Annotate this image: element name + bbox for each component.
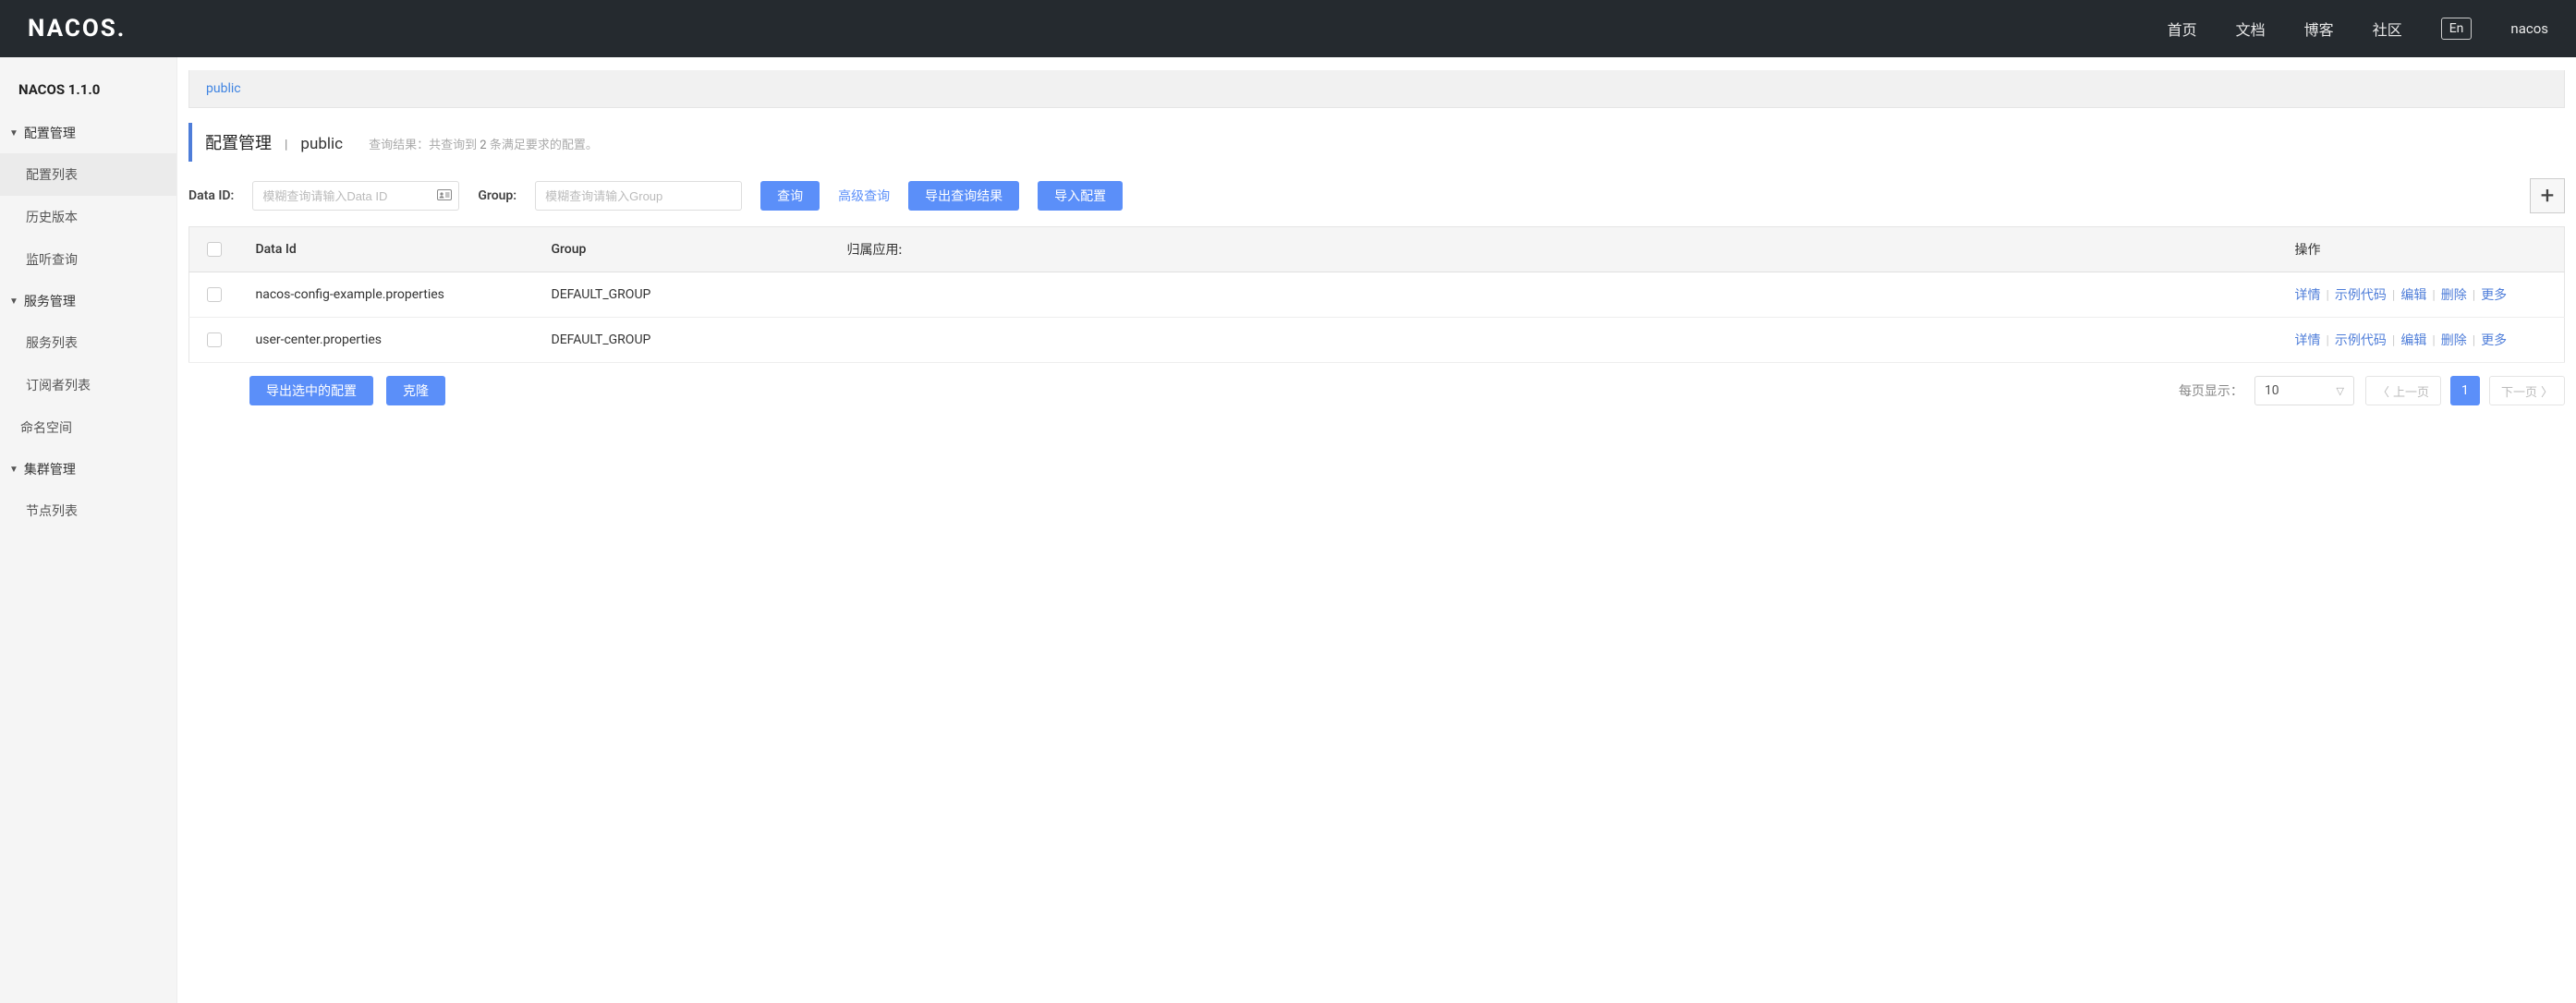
page-number-current[interactable]: 1 xyxy=(2450,376,2480,405)
menu-group-service: ▼ 服务管理 服务列表 订阅者列表 xyxy=(0,281,176,406)
language-toggle[interactable]: En xyxy=(2441,18,2473,40)
header-group: Group xyxy=(535,227,831,272)
op-more[interactable]: 更多 xyxy=(2481,333,2507,348)
cell-group: DEFAULT_GROUP xyxy=(535,272,831,318)
cell-ops: 详情|示例代码|编辑|删除|更多 xyxy=(2278,318,2565,363)
menu-item-namespace[interactable]: 命名空间 xyxy=(0,406,176,449)
export-results-button[interactable]: 导出查询结果 xyxy=(908,181,1019,211)
op-sample[interactable]: 示例代码 xyxy=(2335,333,2387,348)
config-table: Data Id Group 归属应用: 操作 nacos-config-exam… xyxy=(188,226,2565,363)
menu-group-config: ▼ 配置管理 配置列表 历史版本 监听查询 xyxy=(0,113,176,281)
chevron-left-icon: 〈 xyxy=(2377,382,2389,400)
header-app: 归属应用: xyxy=(831,227,2278,272)
title-divider: | xyxy=(285,138,287,152)
group-input-wrap xyxy=(535,181,742,211)
user-name[interactable]: nacos xyxy=(2510,20,2548,37)
advanced-query-button[interactable]: 高级查询 xyxy=(838,187,890,205)
table-row: user-center.properties DEFAULT_GROUP 详情|… xyxy=(189,318,2565,363)
op-delete[interactable]: 删除 xyxy=(2441,288,2467,303)
op-detail[interactable]: 详情 xyxy=(2295,333,2321,348)
id-card-icon[interactable] xyxy=(437,187,452,204)
op-edit[interactable]: 编辑 xyxy=(2400,333,2426,348)
menu-item-listen[interactable]: 监听查询 xyxy=(0,238,176,281)
nav-community[interactable]: 社区 xyxy=(2373,18,2402,40)
chevron-down-icon: ▼ xyxy=(9,296,18,307)
sidebar: NACOS 1.1.0 ▼ 配置管理 配置列表 历史版本 监听查询 ▼ 服务管理… xyxy=(0,57,177,1003)
chevron-right-icon: 〉 xyxy=(2541,382,2553,400)
op-delete[interactable]: 删除 xyxy=(2441,333,2467,348)
table-footer: 导出选中的配置 克隆 每页显示： 10 ▽ 〈 上一页 1 下一页 〉 xyxy=(188,376,2565,405)
group-label: Group: xyxy=(478,188,516,203)
search-row: Data ID: Group: 查询 高级查询 导出查询结果 导入配置 + xyxy=(188,178,2565,213)
plus-icon: + xyxy=(2541,182,2555,210)
clone-button[interactable]: 克隆 xyxy=(386,376,445,405)
chevron-down-icon: ▼ xyxy=(9,128,18,139)
top-bar: NACOS. 首页 文档 博客 社区 En nacos xyxy=(0,0,2576,57)
top-nav: 首页 文档 博客 社区 En nacos xyxy=(2168,18,2548,40)
dataid-input-wrap xyxy=(252,181,459,211)
op-sample[interactable]: 示例代码 xyxy=(2335,288,2387,303)
add-config-button[interactable]: + xyxy=(2530,178,2565,213)
menu-item-service-list[interactable]: 服务列表 xyxy=(0,321,176,364)
page-header: 配置管理 | public 查询结果：共查询到 2 条满足要求的配置。 xyxy=(188,123,2565,162)
prev-page-button[interactable]: 〈 上一页 xyxy=(2365,376,2441,405)
nav-docs[interactable]: 文档 xyxy=(2236,18,2266,40)
row-checkbox[interactable] xyxy=(207,332,222,347)
nav-blog[interactable]: 博客 xyxy=(2304,18,2334,40)
cell-app xyxy=(831,318,2278,363)
query-button[interactable]: 查询 xyxy=(760,181,820,211)
cell-group: DEFAULT_GROUP xyxy=(535,318,831,363)
pagesize-label: 每页显示： xyxy=(2179,381,2243,400)
menu-item-subscriber-list[interactable]: 订阅者列表 xyxy=(0,364,176,406)
nav-home[interactable]: 首页 xyxy=(2168,18,2197,40)
menu-group-text: 集群管理 xyxy=(24,460,76,478)
namespace-bar: public xyxy=(188,70,2565,108)
menu-group-service-label[interactable]: ▼ 服务管理 xyxy=(0,281,176,321)
logo-text: NACOS. xyxy=(28,15,126,42)
menu-item-config-list[interactable]: 配置列表 xyxy=(0,153,176,196)
cell-app xyxy=(831,272,2278,318)
cell-ops: 详情|示例代码|编辑|删除|更多 xyxy=(2278,272,2565,318)
chevron-down-icon: ▽ xyxy=(2336,385,2343,397)
page-namespace: public xyxy=(300,135,343,153)
header-dataid: Data Id xyxy=(239,227,535,272)
pagesize-value: 10 xyxy=(2265,383,2279,398)
header-checkbox-cell xyxy=(189,227,239,272)
menu-group-config-label[interactable]: ▼ 配置管理 xyxy=(0,113,176,153)
pagesize-select[interactable]: 10 ▽ xyxy=(2254,376,2354,405)
table-header-row: Data Id Group 归属应用: 操作 xyxy=(189,227,2565,272)
page-title: 配置管理 xyxy=(205,130,272,154)
import-config-button[interactable]: 导入配置 xyxy=(1038,181,1123,211)
next-page-button[interactable]: 下一页 〉 xyxy=(2489,376,2565,405)
cell-dataid: user-center.properties xyxy=(239,318,535,363)
menu-group-cluster-label[interactable]: ▼ 集群管理 xyxy=(0,449,176,489)
main-content: public 配置管理 | public 查询结果：共查询到 2 条满足要求的配… xyxy=(177,57,2576,1003)
menu-item-node-list[interactable]: 节点列表 xyxy=(0,489,176,532)
pager: 〈 上一页 1 下一页 〉 xyxy=(2365,376,2565,405)
dataid-input[interactable] xyxy=(252,181,459,211)
header-ops: 操作 xyxy=(2278,227,2565,272)
menu-group-text: 配置管理 xyxy=(24,124,76,142)
dataid-label: Data ID: xyxy=(188,188,234,203)
table-row: nacos-config-example.properties DEFAULT_… xyxy=(189,272,2565,318)
op-detail[interactable]: 详情 xyxy=(2295,288,2321,303)
logo: NACOS. xyxy=(28,15,126,42)
chevron-down-icon: ▼ xyxy=(9,465,18,475)
export-selected-button[interactable]: 导出选中的配置 xyxy=(249,376,373,405)
cell-dataid: nacos-config-example.properties xyxy=(239,272,535,318)
select-all-checkbox[interactable] xyxy=(207,242,222,257)
op-edit[interactable]: 编辑 xyxy=(2400,288,2426,303)
group-input[interactable] xyxy=(535,181,742,211)
query-result-text: 查询结果：共查询到 2 条满足要求的配置。 xyxy=(369,135,598,152)
menu-group-cluster: ▼ 集群管理 节点列表 xyxy=(0,449,176,532)
op-more[interactable]: 更多 xyxy=(2481,288,2507,303)
menu-item-history[interactable]: 历史版本 xyxy=(0,196,176,238)
sidebar-title: NACOS 1.1.0 xyxy=(0,74,176,113)
menu-group-text: 服务管理 xyxy=(24,292,76,310)
row-checkbox[interactable] xyxy=(207,287,222,302)
namespace-link-public[interactable]: public xyxy=(206,81,241,96)
